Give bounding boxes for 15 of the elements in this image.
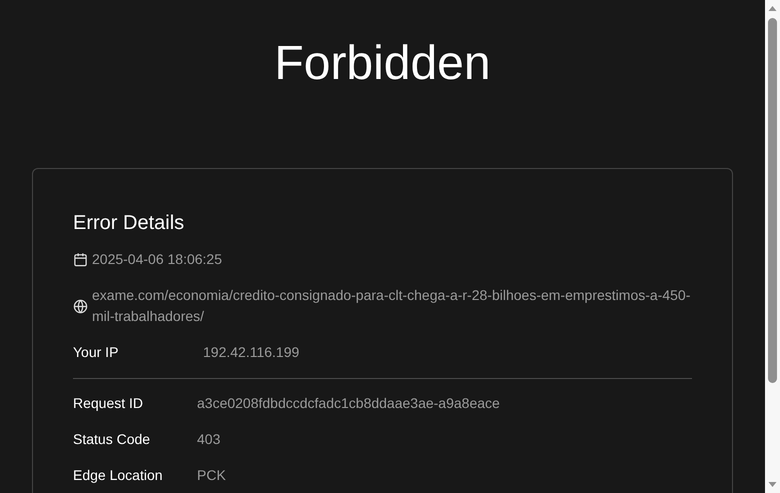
field-value: 192.42.116.199 bbox=[203, 344, 300, 360]
field-label: Your IP bbox=[73, 344, 120, 360]
field-label: Status Code bbox=[73, 431, 152, 447]
card-heading: Error Details bbox=[73, 211, 186, 236]
field-label: Request ID bbox=[73, 395, 144, 411]
globe-icon bbox=[73, 298, 88, 314]
timestamp: 2025-04-06 18:06:25 bbox=[92, 251, 222, 267]
field-value: PCK bbox=[197, 467, 227, 483]
url-text: exame.com/economia/credito-consignado-para-clt-chega-a-r-28-bilhoes-em-emprestimos-a-450-mil-trabalhadores/ bbox=[92, 286, 692, 326]
field-value: a3ce0208fdbdccdcfadc1cb8ddaae3ae-a9a8eace bbox=[197, 395, 501, 411]
calendar-icon bbox=[73, 252, 88, 266]
scrollbar[interactable] bbox=[765, 0, 780, 493]
page-title: Forbidden bbox=[274, 37, 491, 91]
field-label: Edge Location bbox=[73, 467, 164, 483]
field-value: 403 bbox=[197, 431, 222, 447]
